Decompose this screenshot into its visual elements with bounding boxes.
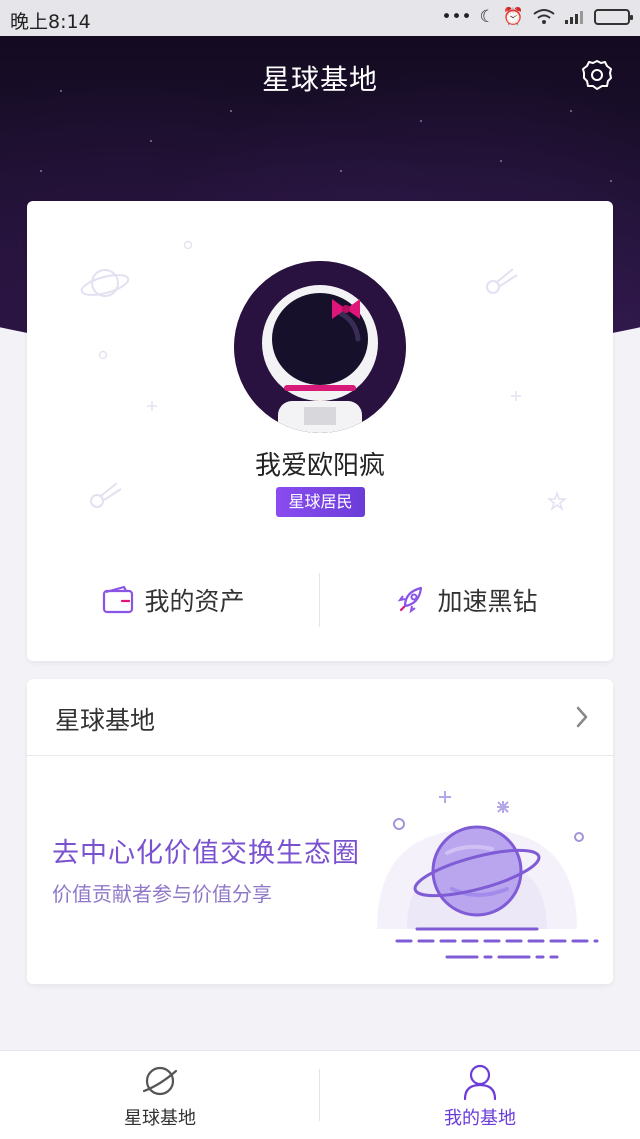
status-icons: ••• ☾ ⏰ [441,7,633,27]
wifi-icon [533,9,555,24]
alarm-icon: ⏰ [502,7,524,27]
base-section-title: 星球基地 [55,706,156,735]
dot-deco-icon [183,240,193,250]
username: 我爱欧阳疯 [254,451,385,481]
tab-my-base[interactable]: 我的基地 [320,1051,640,1139]
signal-icon [565,11,583,24]
boost-black-diamond-button[interactable]: 加速黑钻 [320,565,613,635]
bottom-tabbar: 星球基地 我的基地 [0,1050,640,1139]
person-icon [463,1064,497,1101]
boost-label: 加速黑钻 [437,587,538,616]
astronaut-avatar-icon [234,261,406,433]
my-assets-label: 我的资产 [144,587,245,616]
dot-deco-icon-2 [98,350,108,360]
plus-deco-icon [147,401,157,411]
chevron-right-icon [576,706,588,728]
promo-title: 去中心化价值交换生态圈 [52,838,360,869]
plus-deco-icon-2 [511,391,521,401]
base-section-header[interactable]: 星球基地 [27,679,613,756]
comet-deco-icon-2 [90,482,122,508]
promo-subtitle: 价值贡献者参与价值分享 [52,882,272,906]
my-assets-button[interactable]: 我的资产 [27,565,320,635]
planet-icon [142,1066,178,1096]
rocket-icon [398,586,423,614]
tab-planet-base[interactable]: 星球基地 [0,1051,320,1139]
star-deco-icon [547,491,567,511]
tab-my-base-label: 我的基地 [444,1108,516,1129]
profile-actions: 我的资产 加速黑钻 [27,565,613,635]
tab-planet-base-label: 星球基地 [124,1108,196,1129]
planet-deco-icon [80,269,130,297]
battery-icon [594,9,633,25]
status-badge: 星球居民 [276,487,365,517]
planet-illustration-icon [377,791,599,959]
wallet-icon [103,585,134,614]
status-time: 晚上8:14 [10,11,91,33]
comet-deco-icon [486,268,518,294]
gear-icon[interactable] [580,58,614,92]
profile-card: 我爱欧阳疯 星球居民 我的资产 加速黑钻 [27,201,613,661]
page-title: 星球基地 [261,63,378,96]
more-dots-icon: ••• [441,7,472,27]
moon-icon: ☾ [479,7,495,27]
avatar[interactable] [234,261,406,433]
status-bar: 晚上8:14 ••• ☾ ⏰ [0,0,640,36]
base-section-card: 星球基地 去中心化价值交换生态圈 价值贡献者参与价值分享 [27,679,613,984]
